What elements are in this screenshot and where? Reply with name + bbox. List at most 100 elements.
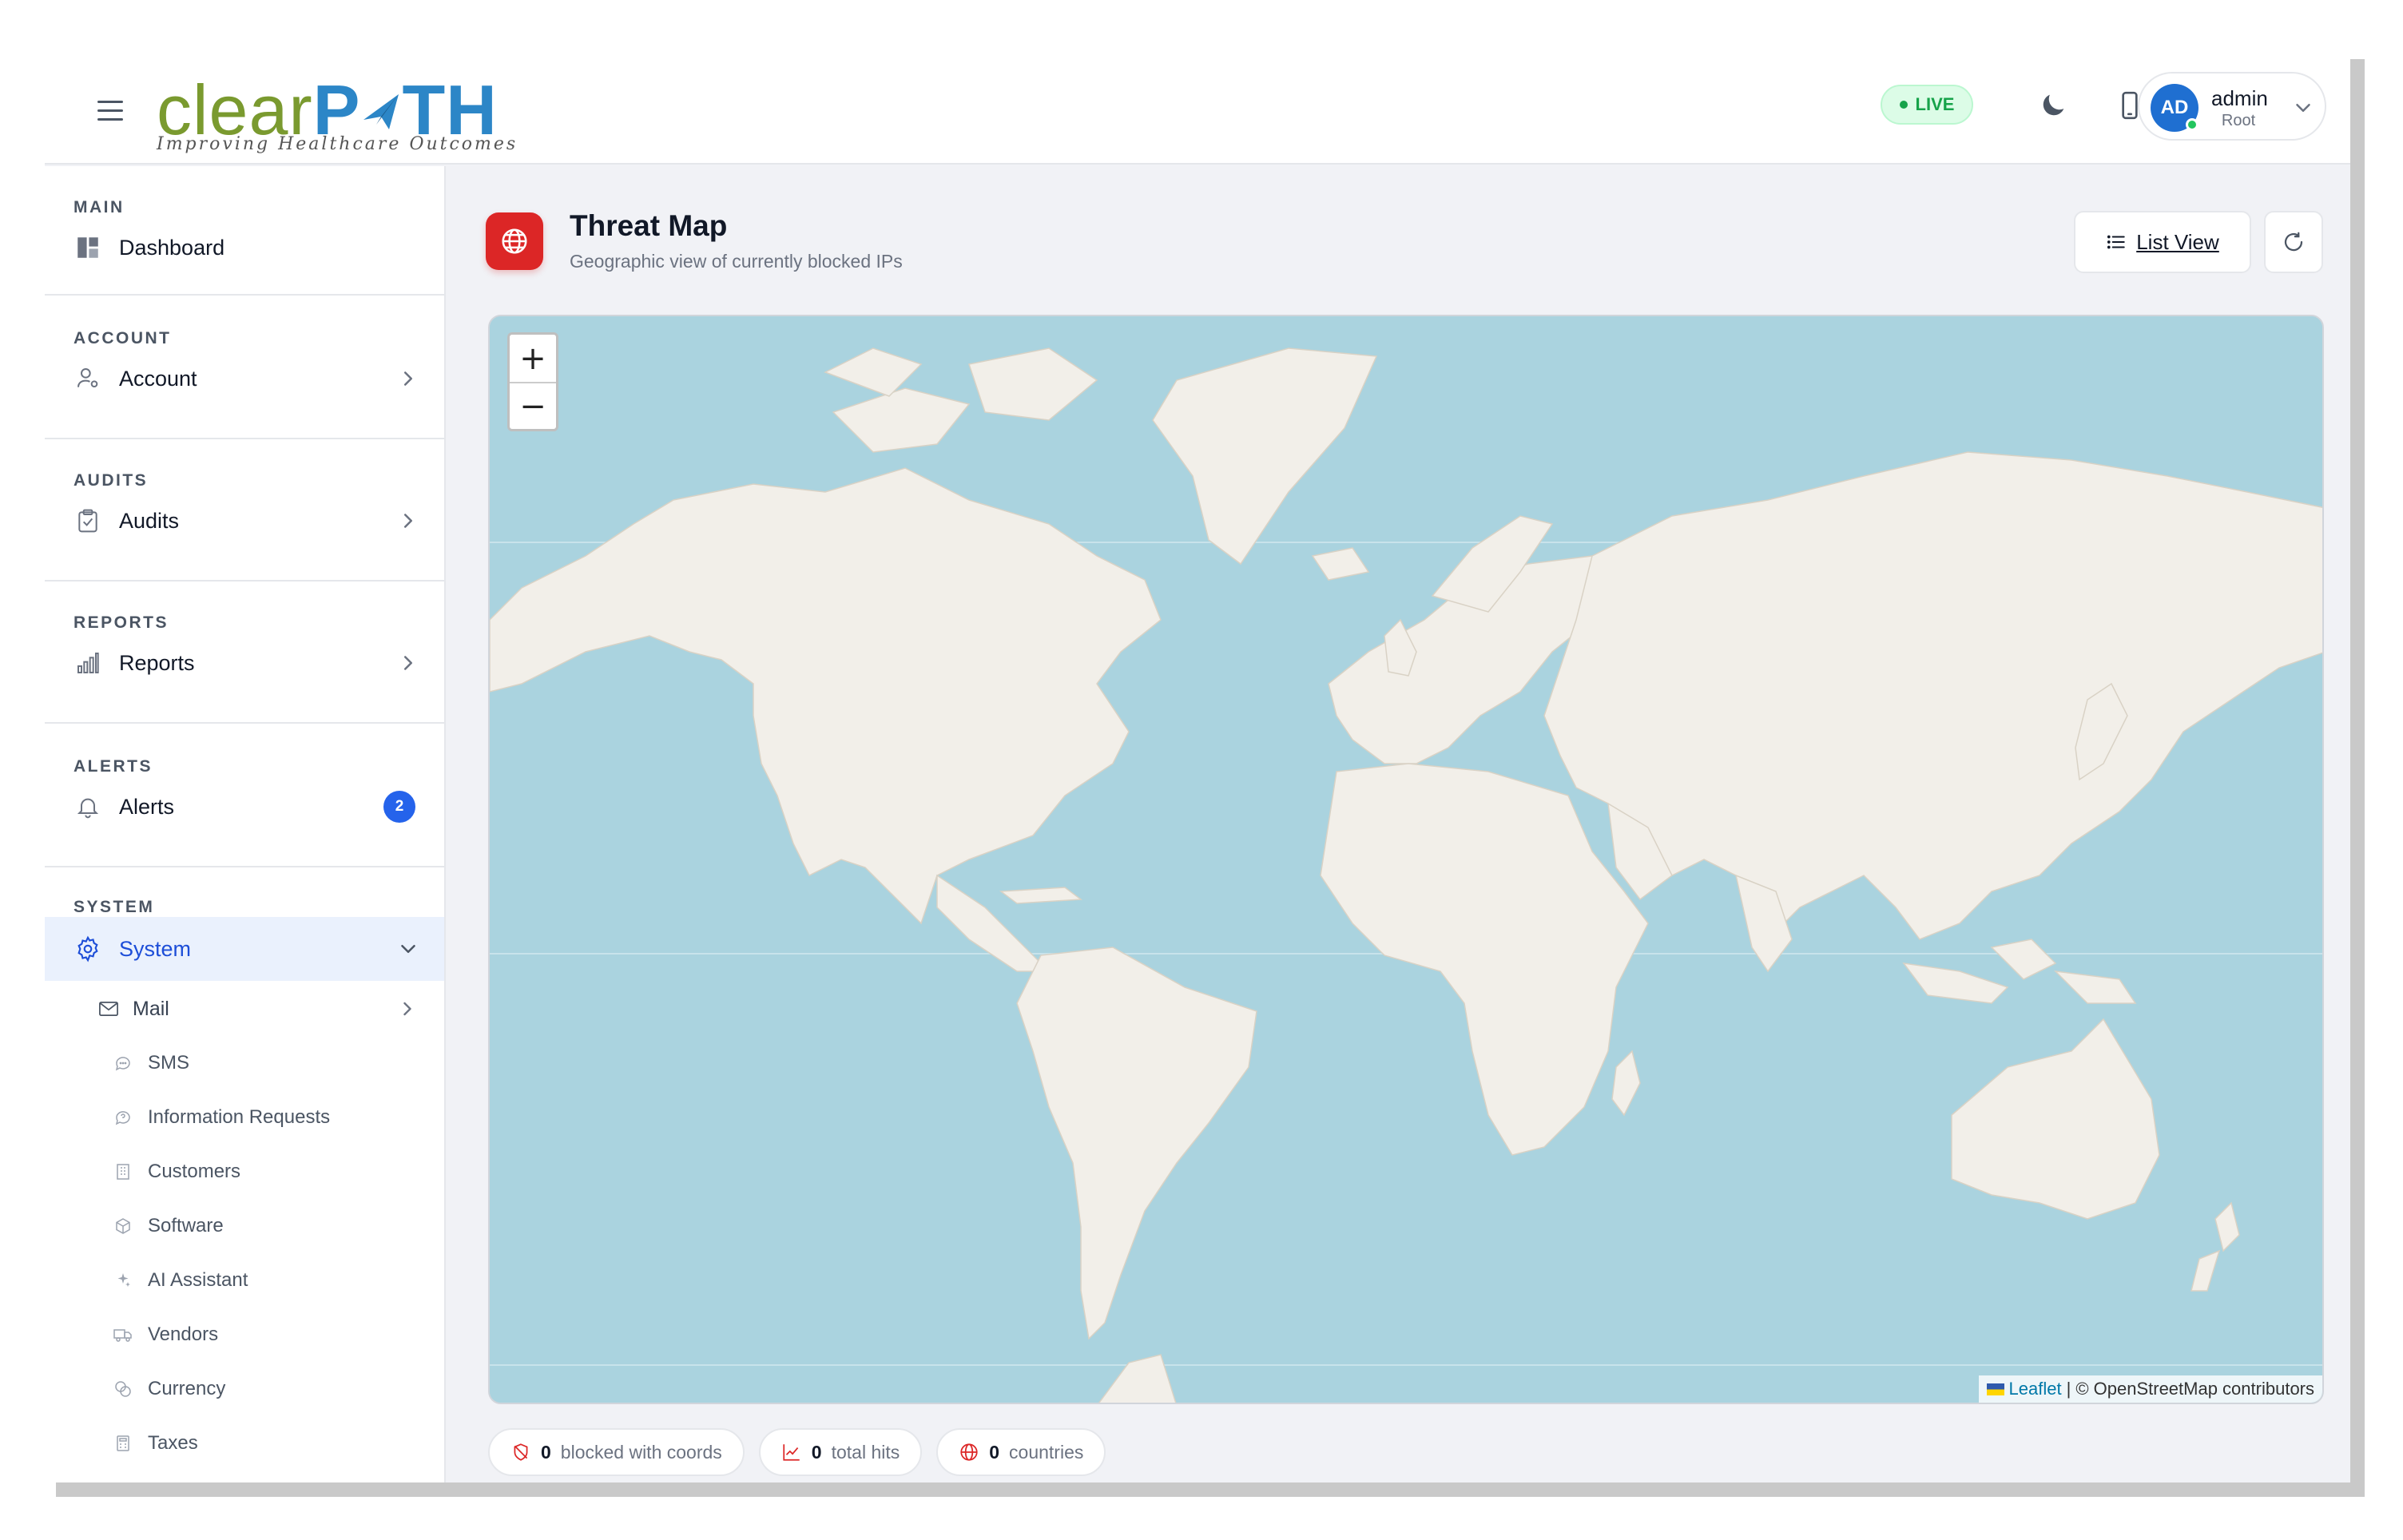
sidebar-item-system[interactable]: System [45,917,444,981]
section-title-reports: REPORTS [73,613,169,632]
sidebar-item-label: Mail [133,997,169,1020]
gear-icon [73,935,102,963]
alerts-count-badge: 2 [383,791,415,823]
building-icon [112,1161,134,1183]
sidebar: MAIN Dashboard ACCOUNT Account AUDITS Au… [45,166,446,1482]
sidebar-item-label: System [119,936,192,961]
world-map-tiles[interactable] [490,316,2324,1404]
window-shadow-right [2350,59,2365,1497]
list-view-button[interactable]: List View [2074,211,2251,273]
sidebar-item-label: Taxes [148,1432,198,1454]
clipboard-check-icon [73,506,102,535]
dark-mode-moon-icon[interactable] [2034,86,2072,125]
hits-count: 0 [811,1441,822,1463]
live-dot-icon [1899,101,1908,109]
sidebar-item-software[interactable]: Software [45,1200,444,1252]
blocked-count: 0 [541,1441,551,1463]
section-title-main: MAIN [73,198,125,216]
page-title: Threat Map [570,209,728,242]
window-shadow-bottom [56,1482,2365,1497]
chevron-right-icon [404,656,412,670]
trend-chart-icon [783,1444,800,1461]
attribution-separator: | [2066,1379,2071,1399]
leaflet-link-text: Leaflet [2008,1379,2062,1399]
chevron-down-icon [401,945,415,953]
sidebar-item-mail[interactable]: Mail [45,982,444,1035]
countries-label: countries [1009,1441,1084,1463]
sidebar-item-customers[interactable]: Customers [45,1145,444,1198]
page-subtitle: Geographic view of currently blocked IPs [570,251,903,272]
stat-countries: 0 countries [936,1428,1106,1476]
live-label: LIVE [1915,94,1955,114]
zoom-in-button[interactable]: + [510,335,556,382]
sidebar-item-label: AI Assistant [148,1269,248,1291]
sidebar-item-sms[interactable]: SMS [45,1037,444,1090]
map-attribution: Leaflet | © OpenStreetMap contributors [1978,1375,2322,1403]
section-title-system: SYSTEM [73,898,155,916]
sidebar-item-label: Currency [148,1378,226,1399]
chevron-right-icon [404,514,412,528]
chevron-right-icon [404,371,412,386]
sidebar-item-ai-assistant[interactable]: AI Assistant [45,1254,444,1307]
calculator-icon [112,1432,134,1455]
sidebar-divider [45,722,446,724]
sidebar-item-account[interactable]: Account [45,347,444,411]
user-menu[interactable]: AD admin Root [2138,72,2326,141]
sidebar-item-currency[interactable]: Currency [45,1363,444,1415]
sidebar-item-label: Software [148,1215,224,1236]
leaflet-link[interactable]: Leaflet [1986,1379,2062,1399]
sidebar-item-reports[interactable]: Reports [45,631,444,695]
online-status-dot [2186,118,2198,131]
countries-count: 0 [989,1441,1000,1463]
sidebar-item-dashboard[interactable]: Dashboard [45,216,444,280]
shield-off-icon [514,1443,528,1461]
sidebar-item-label: Information Requests [148,1106,331,1128]
sidebar-divider [45,866,446,867]
hits-label: total hits [831,1441,900,1463]
sidebar-item-information-requests[interactable]: Information Requests [45,1091,444,1144]
map-zoom-control: + − [507,332,558,431]
sidebar-item-audits[interactable]: Audits [45,489,444,553]
list-icon [2107,235,2125,249]
sidebar-divider [45,580,446,581]
chat-bubble-icon [112,1052,134,1074]
sidebar-item-label: SMS [148,1052,190,1074]
zoom-out-button[interactable]: − [510,382,556,429]
sidebar-item-alerts[interactable]: Alerts 2 [45,775,444,839]
sidebar-item-label: Dashboard [119,235,225,260]
refresh-button[interactable] [2264,211,2323,273]
stat-blocked-with-coords: 0 blocked with coords [488,1428,745,1476]
globe-icon [960,1443,978,1461]
logo-tagline: Improving Healthcare Outcomes [157,134,518,154]
sidebar-item-vendors[interactable]: Vendors [45,1308,444,1361]
hamburger-menu-icon[interactable] [97,94,123,126]
envelope-icon [96,996,121,1022]
section-title-account: ACCOUNT [73,329,172,347]
threat-stats-bar: 0 blocked with coords 0 total hits 0 cou… [488,1428,1106,1476]
dashboard-icon [73,233,102,262]
sidebar-item-taxes[interactable]: Taxes [45,1417,444,1470]
live-status-badge: LIVE [1881,85,1973,125]
app-window: clearP TH Improving Healthcare Outcomes L… [45,59,2350,1482]
bar-chart-icon [73,649,102,677]
sidebar-item-label: Customers [148,1161,241,1182]
bell-icon [73,792,102,821]
paper-plane-logo-icon [363,94,399,129]
section-title-alerts: ALERTS [73,757,153,776]
brand-logo[interactable]: clearP TH Improving Healthcare Outcomes [157,70,515,158]
stat-total-hits: 0 total hits [758,1428,923,1476]
user-role: Root [2221,112,2256,129]
sidebar-divider [45,438,446,439]
user-settings-icon [73,364,102,393]
chevron-right-icon [403,1002,411,1016]
question-chat-icon [112,1106,134,1129]
sidebar-item-label: Account [119,366,197,391]
sidebar-item-label: Audits [119,508,180,533]
user-name: admin [2211,86,2268,110]
osm-attribution[interactable]: © OpenStreetMap contributors [2075,1379,2314,1399]
cube-icon [112,1215,134,1237]
truck-icon [112,1324,134,1346]
coins-icon [112,1378,134,1400]
top-header: clearP TH Improving Healthcare Outcomes L… [45,59,2350,165]
threat-map[interactable]: + − Leaflet | © OpenStreetMap contributo… [488,315,2324,1404]
